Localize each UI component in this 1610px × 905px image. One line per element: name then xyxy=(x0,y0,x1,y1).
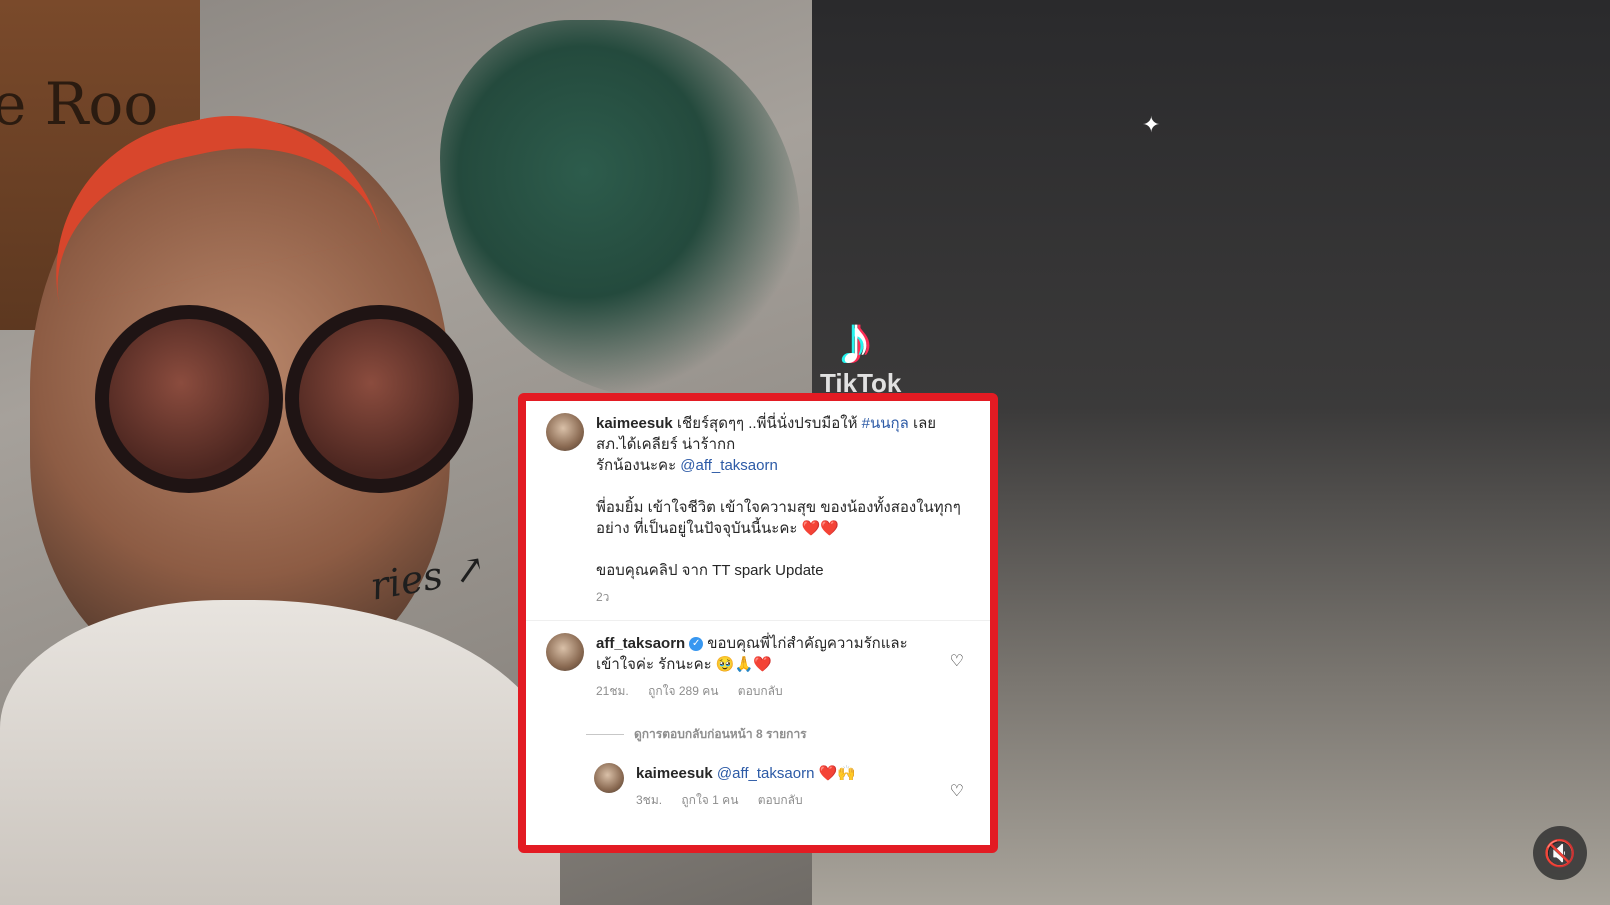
avatar[interactable] xyxy=(546,633,584,671)
caption-time: 2ว xyxy=(596,590,610,604)
sparkle-icon: ✦ xyxy=(1142,112,1161,137)
coffee-plant-mural xyxy=(440,20,800,400)
caption-line1: kaimeesuk เชียร์สุดๆๆ ..พี่นี่นั่งปรบมือ… xyxy=(596,413,970,455)
sunglasses-right-lens xyxy=(285,305,473,493)
view-previous-replies[interactable]: ดูการตอบกลับก่อนหน้า 8 รายการ xyxy=(586,724,970,745)
nested-emoji: ❤️🙌 xyxy=(814,765,856,782)
caption-line3: พี่อมยิ้ม เข้าใจชีวิต เข้าใจความสุข ของน… xyxy=(596,499,961,537)
nested-likes[interactable]: ถูกใจ 1 คน xyxy=(681,793,738,807)
view-more-line xyxy=(586,734,624,735)
reply-username[interactable]: aff_taksaorn xyxy=(596,635,685,652)
nested-reply: kaimeesuk @aff_taksaorn ❤️🙌 3ชม. ถูกใจ 1… xyxy=(594,763,970,811)
comment-reply: aff_taksaorn ✓ ขอบคุณพี่ไก่สำคัญความรักและ… xyxy=(546,633,970,702)
caption-line2-text: รักน้องนะคะ xyxy=(596,457,681,474)
heart-outline-icon[interactable]: ♡ xyxy=(950,651,964,672)
original-caption: kaimeesuk เชียร์สุดๆๆ ..พี่นี่นั่งปรบมือ… xyxy=(546,413,970,608)
reply-time: 21ชม. xyxy=(596,684,629,698)
sunglasses-left-lens xyxy=(95,305,283,493)
nested-username[interactable]: kaimeesuk xyxy=(636,765,713,782)
avatar[interactable] xyxy=(546,413,584,451)
hashtag-link[interactable]: #นนกุล xyxy=(862,415,909,432)
mute-button[interactable]: 🔇 xyxy=(1533,826,1587,880)
reply-button[interactable]: ตอบกลับ xyxy=(738,684,783,698)
reply-meta: 21ชม. ถูกใจ 289 คน ตอบกลับ xyxy=(596,681,940,702)
avatar[interactable] xyxy=(594,763,624,793)
heart-outline-icon[interactable]: ♡ xyxy=(950,781,964,802)
mention-link[interactable]: @aff_taksaorn xyxy=(680,457,778,474)
caption-username[interactable]: kaimeesuk xyxy=(596,415,673,432)
sign-text: e Roo xyxy=(0,70,159,138)
caption-line4: ขอบคุณคลิป จาก TT spark Update xyxy=(596,562,824,579)
speaker-muted-icon: 🔇 xyxy=(1543,837,1577,868)
view-more-label[interactable]: ดูการตอบกลับก่อนหน้า 8 รายการ xyxy=(634,724,807,745)
nested-mention-link[interactable]: @aff_taksaorn xyxy=(717,765,815,782)
caption-text: เชียร์สุดๆๆ ..พี่นี่นั่งปรบมือให้ xyxy=(672,415,862,432)
white-shirt xyxy=(0,600,560,905)
nested-time: 3ชม. xyxy=(636,793,663,807)
caption-line2: รักน้องนะคะ @aff_taksaorn xyxy=(596,455,970,476)
nested-reply-button[interactable]: ตอบกลับ xyxy=(758,793,803,807)
nested-meta: 3ชม. ถูกใจ 1 คน ตอบกลับ xyxy=(636,790,940,811)
reply-likes[interactable]: ถูกใจ 289 คน xyxy=(648,684,718,698)
verified-badge-icon: ✓ xyxy=(689,637,704,652)
instagram-comment-panel: kaimeesuk เชียร์สุดๆๆ ..พี่นี่นั่งปรบมือ… xyxy=(518,393,998,853)
divider xyxy=(526,620,990,621)
